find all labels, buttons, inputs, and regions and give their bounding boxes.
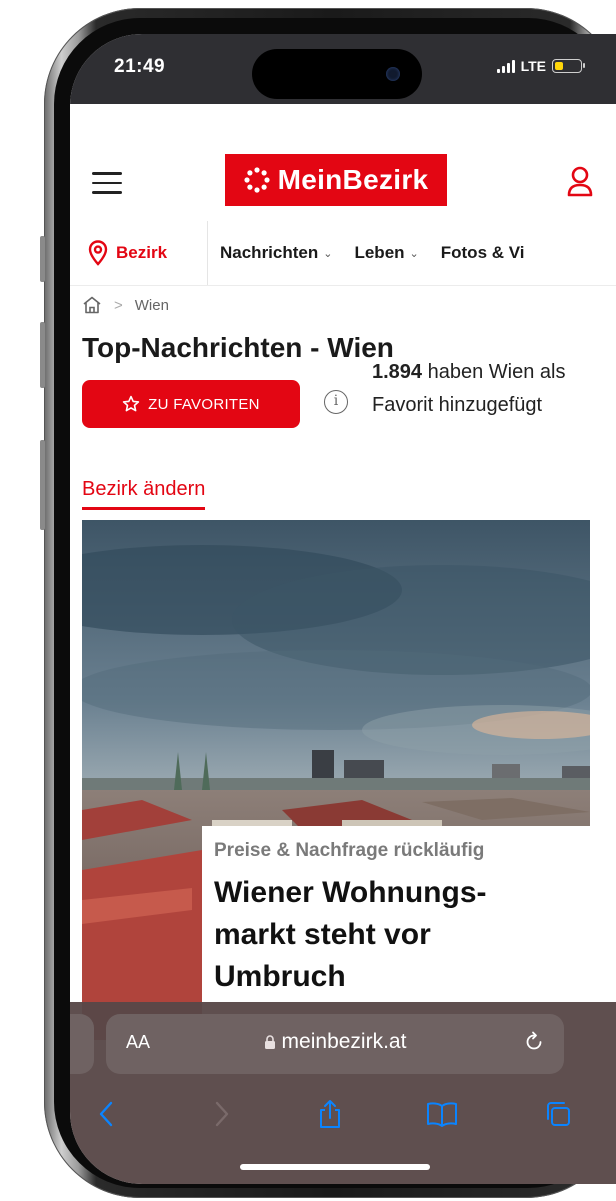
logo-sun-icon	[243, 167, 270, 193]
hamburger-menu-icon[interactable]	[92, 172, 122, 196]
url-display: meinbezirk.at	[106, 1030, 564, 1054]
status-bar: 21:49 LTE	[70, 34, 616, 104]
article-headline: Wiener Wohnungs-markt steht vor Umbruch	[214, 876, 487, 993]
add-favorite-label: ZU FAVORITEN	[148, 395, 260, 413]
article-kicker: Preise & Nachfrage rückläufig	[214, 840, 485, 861]
address-bar[interactable]: AA meinbezirk.at	[106, 1014, 564, 1074]
breadcrumb-current[interactable]: Wien	[135, 297, 169, 314]
tabs-icon[interactable]	[536, 1092, 580, 1136]
browser-bottom-bar: AA meinbezirk.at	[70, 1002, 616, 1184]
site-logo[interactable]: MeinBezirk	[225, 154, 447, 206]
back-icon[interactable]	[84, 1092, 128, 1136]
battery-level	[555, 62, 563, 70]
favorite-count: 1.894	[372, 361, 423, 383]
nav-bezirk[interactable]: Bezirk	[70, 221, 208, 285]
nav-item-leben[interactable]: Leben ⌄	[354, 243, 418, 263]
nav-items: Nachrichten ⌄ Leben ⌄ Fotos & Vi	[220, 221, 525, 285]
main-nav: Bezirk Nachrichten ⌄ Leben ⌄ Fotos & Vi	[70, 221, 616, 286]
url-text: meinbezirk.at	[281, 1030, 407, 1053]
favorite-count-text: 1.894 haben Wien als Favorit hinzugefügt	[372, 356, 602, 422]
previous-tab-peek[interactable]	[70, 1014, 94, 1074]
lock-icon	[264, 1035, 275, 1050]
signal-icon	[496, 59, 515, 73]
nav-item-label: Fotos & Vi	[440, 243, 525, 262]
phone-screen: 21:49 LTE MeinBezirk Bezirk Nachrichten …	[70, 34, 616, 1184]
dynamic-island	[252, 49, 422, 99]
nav-item-fotos-videos[interactable]: Fotos & Vi	[441, 243, 525, 263]
home-indicator[interactable]	[240, 1164, 430, 1170]
page-title: Top-Nachrichten - Wien	[82, 332, 394, 363]
battery-icon	[552, 59, 585, 73]
chevron-down-icon: ⌄	[323, 247, 333, 260]
breadcrumb: > Wien	[82, 296, 169, 314]
reload-icon[interactable]	[522, 1030, 546, 1054]
mute-switch	[40, 236, 45, 282]
nav-bezirk-label: Bezirk	[116, 243, 168, 262]
site-header: MeinBezirk	[70, 104, 616, 222]
add-favorite-button[interactable]: ZU FAVORITEN	[82, 380, 300, 428]
chevron-down-icon: ⌄	[409, 247, 419, 260]
browser-toolbar	[70, 1092, 616, 1136]
status-time: 21:49	[114, 56, 166, 77]
status-indicators: LTE	[496, 58, 585, 74]
location-pin-icon	[88, 240, 108, 266]
breadcrumb-separator: >	[114, 296, 123, 314]
volume-down-button	[40, 440, 45, 530]
nav-item-nachrichten[interactable]: Nachrichten ⌄	[220, 243, 332, 263]
front-camera	[386, 67, 400, 81]
nav-item-label: Leben	[354, 243, 405, 262]
star-icon	[122, 395, 140, 412]
nav-item-label: Nachrichten	[220, 243, 319, 262]
home-icon[interactable]	[82, 296, 102, 314]
forward-icon[interactable]	[200, 1092, 244, 1136]
user-account-icon[interactable]	[566, 166, 594, 200]
volume-up-button	[40, 322, 45, 388]
bookmarks-icon[interactable]	[420, 1092, 464, 1136]
logo-text: MeinBezirk	[277, 164, 429, 195]
change-bezirk-link[interactable]: Bezirk ändern	[82, 478, 206, 510]
info-icon[interactable]: i	[324, 390, 348, 414]
hero-article[interactable]: Preise & Nachfrage rückläufig Wiener Woh…	[82, 520, 590, 1040]
network-type: LTE	[520, 58, 546, 74]
share-icon[interactable]	[308, 1092, 352, 1136]
